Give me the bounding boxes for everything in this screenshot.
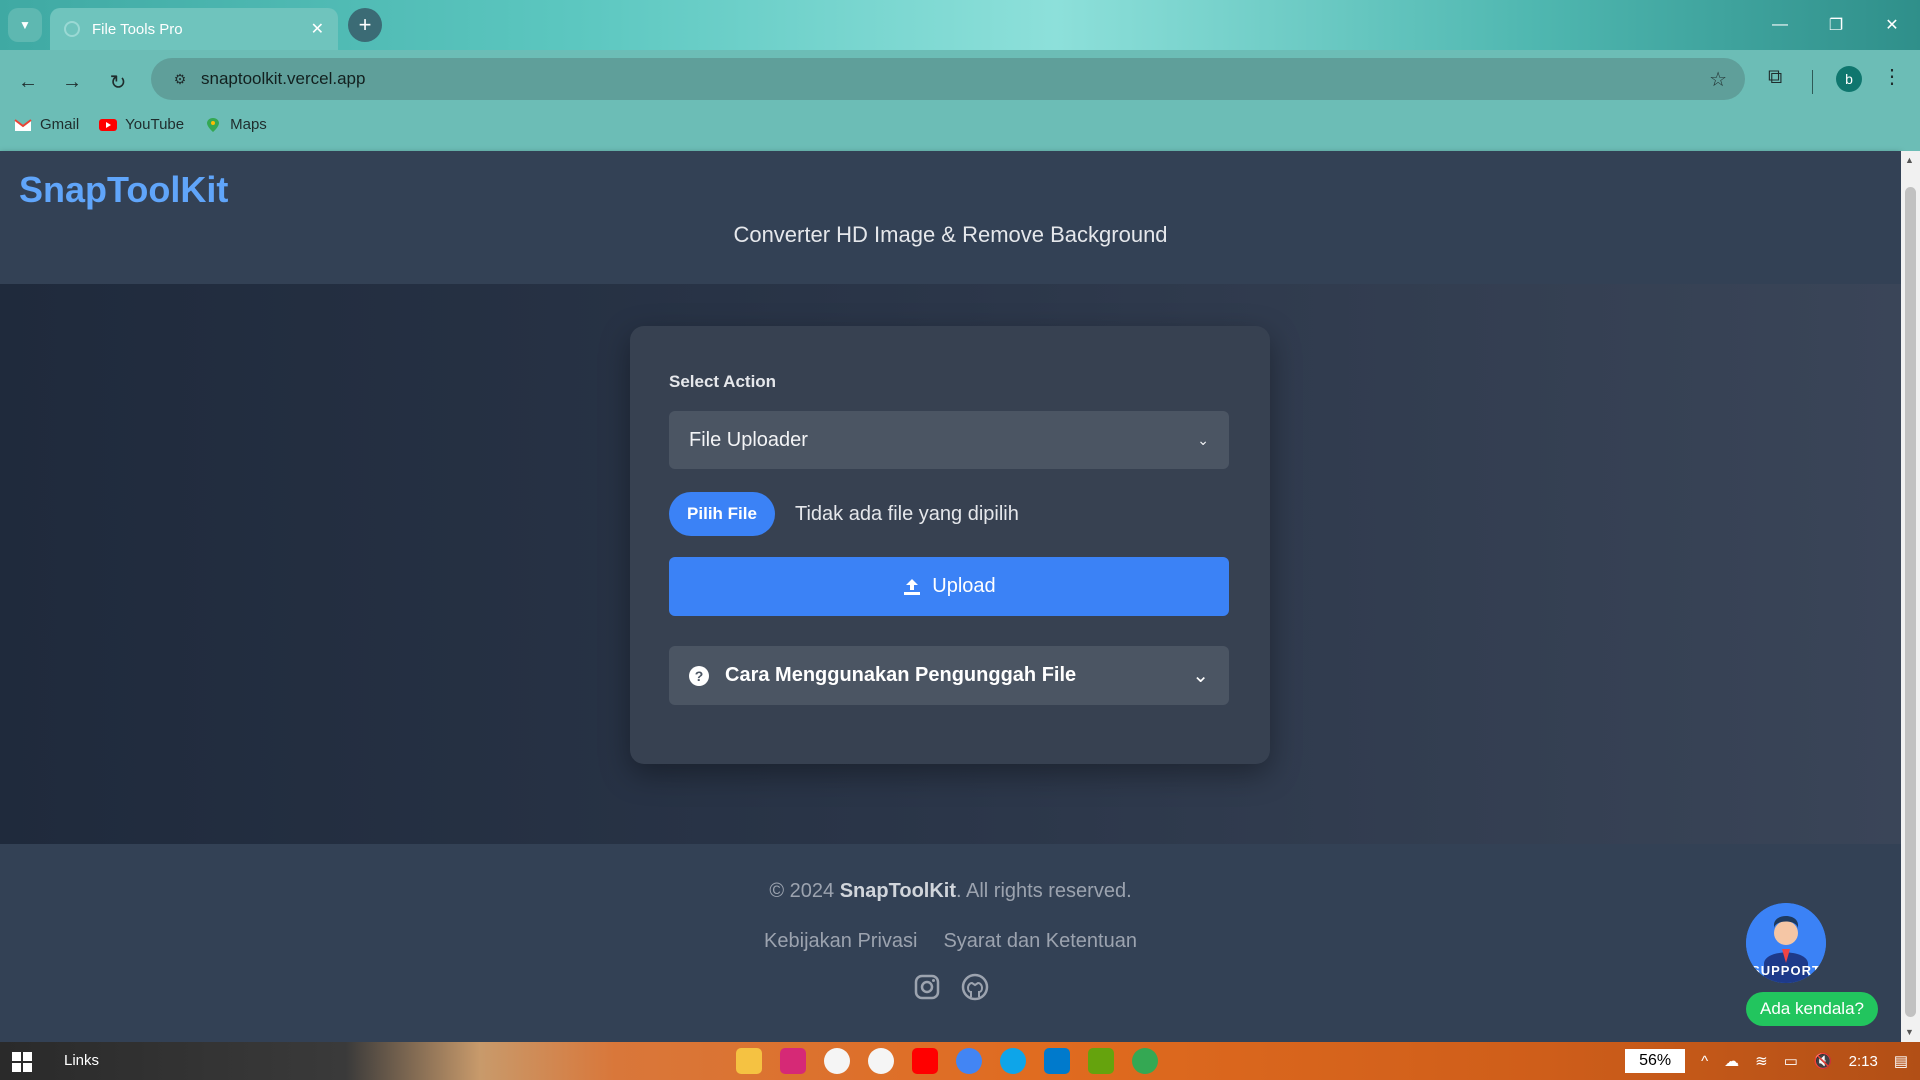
upload-icon xyxy=(904,578,921,595)
taskbar-links[interactable]: Links xyxy=(64,1052,99,1069)
file-explorer-icon[interactable] xyxy=(736,1048,762,1074)
url-text[interactable]: snaptoolkit.vercel.app xyxy=(201,69,1709,89)
browser-toolbar: ← → ↻ ⚙ snaptoolkit.vercel.app ☆ ⧉ b ⋮ G… xyxy=(0,50,1920,158)
browser-tab[interactable]: File Tools Pro ✕ xyxy=(50,8,338,50)
windows-taskbar: Links 56% ^ ☁ ≋ ▭ 🔇 2:13 ▤ xyxy=(0,1042,1920,1080)
copyright-text: © 2024 SnapToolKit. All rights reserved. xyxy=(0,880,1901,903)
edge-icon[interactable] xyxy=(1000,1048,1026,1074)
upload-button[interactable]: Upload xyxy=(669,557,1229,616)
chevron-down-icon: ⌄ xyxy=(1197,431,1209,448)
youtube-app-icon[interactable] xyxy=(912,1048,938,1074)
social-links xyxy=(0,973,1901,1001)
system-tray: 56% ^ ☁ ≋ ▭ 🔇 2:13 ▤ xyxy=(1625,1042,1908,1080)
file-input-row: Pilih File Tidak ada file yang dipilih xyxy=(669,492,1019,536)
bluestacks-icon[interactable] xyxy=(1088,1048,1114,1074)
action-select[interactable]: File Uploader ⌄ xyxy=(669,411,1229,469)
volume-muted-icon[interactable]: 🔇 xyxy=(1814,1052,1833,1070)
clock[interactable]: 2:13 xyxy=(1849,1053,1878,1070)
bookmark-youtube[interactable]: YouTube xyxy=(99,116,184,133)
taskbar-apps xyxy=(736,1048,1158,1074)
restore-icon[interactable]: ❐ xyxy=(1808,0,1864,50)
action-select-value: File Uploader xyxy=(689,428,808,451)
youtube-icon xyxy=(99,118,118,131)
bookmark-gmail[interactable]: Gmail xyxy=(14,116,79,133)
browser-menu-icon[interactable]: ⋮ xyxy=(1882,64,1902,89)
copyright-brand: SnapToolKit xyxy=(839,880,956,902)
howto-label: Cara Menggunakan Pengunggah File xyxy=(725,664,1077,686)
tab-favicon-icon xyxy=(64,21,80,37)
window-controls: — ❐ ✕ xyxy=(1752,0,1920,50)
tab-search-button[interactable]: ▼ xyxy=(8,8,42,42)
close-window-icon[interactable]: ✕ xyxy=(1864,0,1920,50)
maps-icon xyxy=(207,117,220,132)
onedrive-icon[interactable]: ☁ xyxy=(1724,1052,1739,1070)
profile-avatar[interactable]: b xyxy=(1836,66,1862,92)
bookmark-star-icon[interactable]: ☆ xyxy=(1709,67,1727,92)
tab-close-icon[interactable]: ✕ xyxy=(311,19,324,39)
copyright-prefix: © 2024 xyxy=(769,880,835,902)
chevron-up-icon[interactable]: ^ xyxy=(1701,1053,1708,1070)
battery-icon[interactable]: ▭ xyxy=(1784,1052,1798,1070)
support-avatar-text: SUPPORT xyxy=(1751,963,1821,978)
instagram-app-icon[interactable] xyxy=(780,1048,806,1074)
choose-file-button[interactable]: Pilih File xyxy=(669,492,775,536)
bookmarks-bar: Gmail YouTube Maps xyxy=(14,116,267,133)
extensions-icon[interactable]: ⧉ xyxy=(1768,66,1782,89)
battery-indicator[interactable]: 56% xyxy=(1625,1049,1686,1073)
upload-label: Upload xyxy=(932,575,996,597)
chrome-active-icon[interactable] xyxy=(1132,1048,1158,1074)
site-footer: © 2024 SnapToolKit. All rights reserved.… xyxy=(0,844,1901,1042)
reload-icon[interactable]: ↻ xyxy=(102,66,134,98)
bookmark-label: Maps xyxy=(230,116,267,133)
whatsapp-icon[interactable] xyxy=(824,1048,850,1074)
github-icon[interactable] xyxy=(961,973,989,1001)
select-action-label: Select Action xyxy=(669,372,777,391)
howto-accordion[interactable]: ? Cara Menggunakan Pengunggah File ⌄ xyxy=(669,646,1229,705)
chrome-icon[interactable] xyxy=(956,1048,982,1074)
copyright-suffix: . All rights reserved. xyxy=(956,880,1132,902)
page: SnapToolKit Converter HD Image & Remove … xyxy=(0,151,1901,1042)
page-scrollbar[interactable]: ▲ ▼ xyxy=(1901,151,1920,1042)
main-content: Select Action File Uploader ⌄ Pilih File… xyxy=(0,284,1901,844)
browser-titlebar: ▼ File Tools Pro ✕ + — ❐ ✕ xyxy=(0,0,1920,50)
vscode-icon[interactable] xyxy=(1044,1048,1070,1074)
question-icon: ? xyxy=(689,665,709,686)
no-file-text: Tidak ada file yang dipilih xyxy=(795,502,1019,525)
bookmark-label: YouTube xyxy=(125,116,185,133)
instagram-icon[interactable] xyxy=(913,973,941,1001)
tab-title: File Tools Pro xyxy=(92,20,183,38)
new-tab-button[interactable]: + xyxy=(348,8,382,42)
support-avatar[interactable]: SUPPORT xyxy=(1746,903,1826,983)
tool-card: Select Action File Uploader ⌄ Pilih File… xyxy=(630,326,1270,764)
help-button[interactable]: Ada kendala? xyxy=(1746,992,1878,1026)
scroll-up-icon[interactable]: ▲ xyxy=(1905,155,1914,165)
whatsapp-business-icon[interactable] xyxy=(868,1048,894,1074)
page-subtitle: Converter HD Image & Remove Background xyxy=(733,222,1168,247)
bookmark-label: Gmail xyxy=(40,116,80,133)
toolbar-divider xyxy=(1812,70,1813,94)
terms-link[interactable]: Syarat dan Ketentuan xyxy=(943,930,1136,953)
scroll-down-icon[interactable]: ▼ xyxy=(1905,1027,1914,1037)
footer-links: Kebijakan Privasi Syarat dan Ketentuan xyxy=(0,930,1901,953)
site-info-icon[interactable]: ⚙ xyxy=(169,68,191,90)
privacy-policy-link[interactable]: Kebijakan Privasi xyxy=(764,930,917,953)
address-bar[interactable]: ⚙ snaptoolkit.vercel.app ☆ xyxy=(151,58,1745,100)
chevron-down-icon: ⌄ xyxy=(1192,665,1209,687)
forward-icon[interactable]: → xyxy=(56,66,88,98)
bookmark-maps[interactable]: Maps xyxy=(204,116,267,133)
notification-icon[interactable]: ▤ xyxy=(1894,1052,1908,1070)
site-header: SnapToolKit Converter HD Image & Remove … xyxy=(0,151,1901,284)
wifi-icon[interactable]: ≋ xyxy=(1755,1052,1768,1070)
scroll-thumb[interactable] xyxy=(1905,187,1916,1017)
windows-start-icon[interactable] xyxy=(12,1052,32,1072)
back-icon[interactable]: ← xyxy=(12,66,44,98)
gmail-icon xyxy=(14,118,32,131)
site-logo[interactable]: SnapToolKit xyxy=(19,169,228,211)
minimize-icon[interactable]: — xyxy=(1752,0,1808,50)
